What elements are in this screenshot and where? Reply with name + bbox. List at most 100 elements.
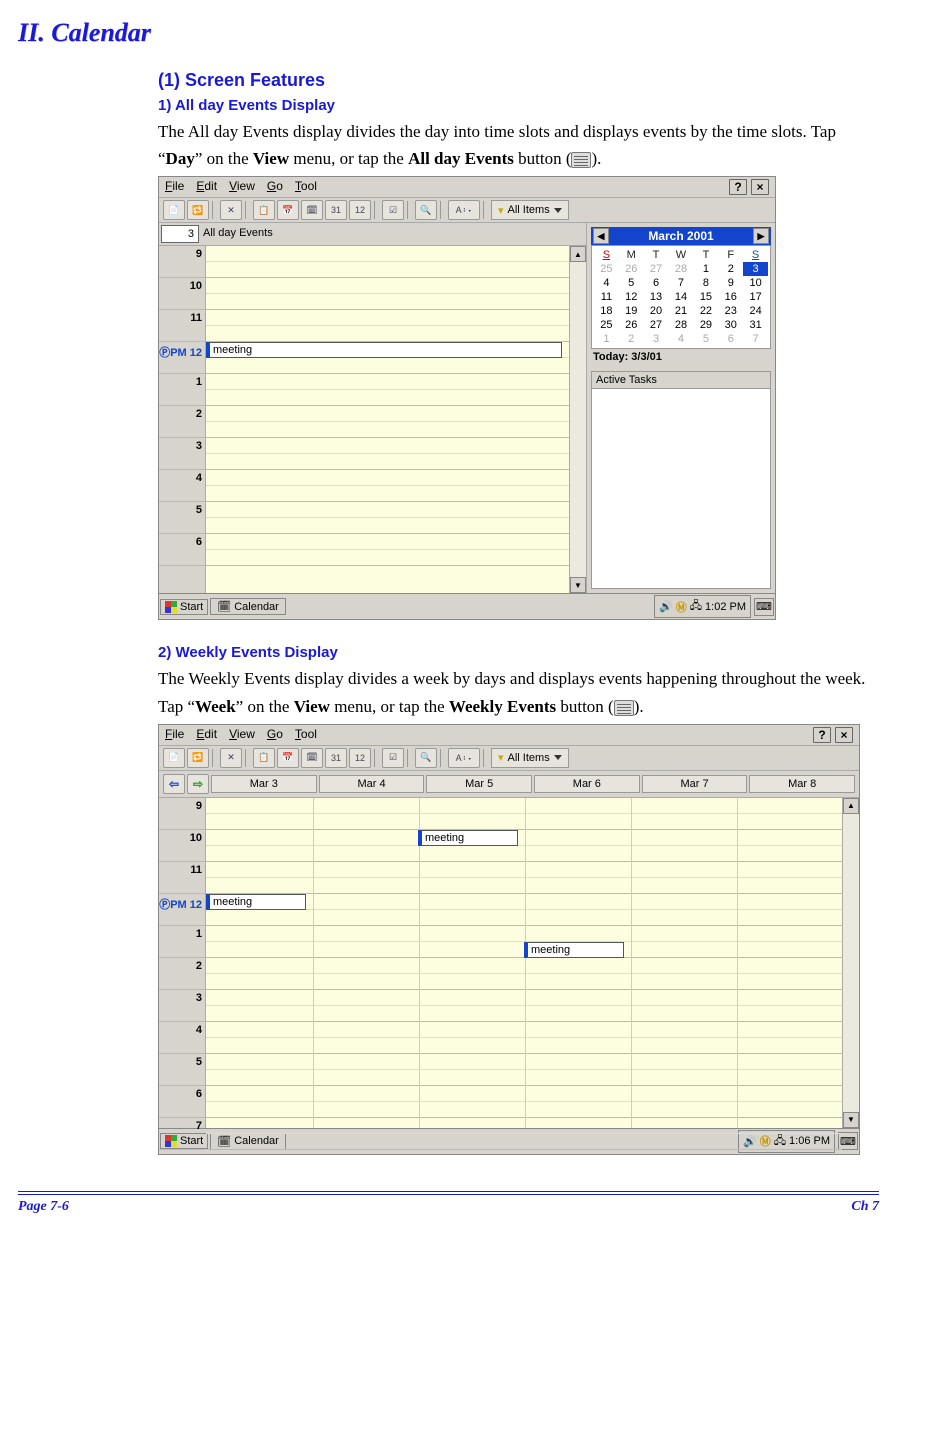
- new-event-button[interactable]: 📄: [163, 200, 185, 220]
- scroll-down-button[interactable]: ▼: [843, 1112, 859, 1128]
- tray-icon[interactable]: 🔊: [659, 600, 673, 613]
- start-button[interactable]: Start: [160, 1133, 208, 1149]
- date-box[interactable]: 3: [161, 225, 199, 243]
- calendar-day[interactable]: 13: [644, 290, 669, 304]
- taskbar-app[interactable]: 🗓Calendar: [210, 598, 286, 615]
- prev-month-button[interactable]: ◀: [593, 228, 609, 244]
- calendar-day[interactable]: 26: [619, 318, 644, 332]
- font-size-button[interactable]: A᛬▾: [448, 200, 480, 220]
- calendar-day[interactable]: 24: [743, 304, 768, 318]
- calendar-day[interactable]: 26: [619, 262, 644, 276]
- week-view-button[interactable]: 🗓: [301, 200, 323, 220]
- calendar-day[interactable]: 1: [594, 332, 619, 346]
- day-header[interactable]: Mar 5: [426, 775, 532, 793]
- menu-file[interactable]: File: [165, 727, 184, 743]
- calendar-day[interactable]: 17: [743, 290, 768, 304]
- scroll-up-button[interactable]: ▲: [843, 798, 859, 814]
- new-recurring-button[interactable]: 🔁: [187, 748, 209, 768]
- filter-dropdown[interactable]: ▾All Items: [491, 748, 569, 768]
- next-week-button[interactable]: ⇨: [187, 774, 209, 794]
- menu-edit[interactable]: Edit: [196, 179, 217, 195]
- keyboard-button[interactable]: ⌨: [754, 598, 774, 616]
- calendar-day[interactable]: 27: [644, 318, 669, 332]
- calendar-day[interactable]: 19: [619, 304, 644, 318]
- today-label[interactable]: Today: 3/3/01: [587, 349, 775, 365]
- new-event-button[interactable]: 📄: [163, 748, 185, 768]
- month31-view-button[interactable]: 31: [325, 748, 347, 768]
- menu-view[interactable]: View: [229, 179, 255, 195]
- scroll-up-button[interactable]: ▲: [570, 246, 586, 262]
- calendar-day[interactable]: 1: [694, 262, 719, 276]
- help-button[interactable]: ?: [729, 179, 747, 195]
- event-block[interactable]: meeting: [524, 942, 624, 958]
- calendar-day[interactable]: 10: [743, 276, 768, 290]
- day-header[interactable]: Mar 8: [749, 775, 855, 793]
- calendar-day[interactable]: 21: [668, 304, 693, 318]
- calendar-day[interactable]: 22: [694, 304, 719, 318]
- calendar-day[interactable]: 29: [694, 318, 719, 332]
- scroll-down-button[interactable]: ▼: [570, 577, 586, 593]
- calendar-day[interactable]: 5: [694, 332, 719, 346]
- day-header[interactable]: Mar 6: [534, 775, 640, 793]
- calendar-day[interactable]: 6: [718, 332, 743, 346]
- help-button[interactable]: ?: [813, 727, 831, 743]
- month12-view-button[interactable]: 12: [349, 748, 371, 768]
- next-month-button[interactable]: ▶: [753, 228, 769, 244]
- month31-view-button[interactable]: 31: [325, 200, 347, 220]
- calendar-day[interactable]: 2: [718, 262, 743, 276]
- scrollbar[interactable]: ▲ ▼: [842, 798, 859, 1128]
- day-header[interactable]: Mar 3: [211, 775, 317, 793]
- calendar-day[interactable]: 2: [619, 332, 644, 346]
- calendar-day[interactable]: 31: [743, 318, 768, 332]
- calendar-day[interactable]: 25: [594, 318, 619, 332]
- calendar-day[interactable]: 8: [694, 276, 719, 290]
- week-grid[interactable]: meeting meeting meeting: [206, 798, 842, 1128]
- calendar-day[interactable]: 9: [718, 276, 743, 290]
- day-header[interactable]: Mar 7: [642, 775, 748, 793]
- menu-file[interactable]: FFileile: [165, 179, 184, 195]
- calendar-day[interactable]: 18: [594, 304, 619, 318]
- delete-button[interactable]: ✕: [220, 748, 242, 768]
- menu-edit[interactable]: Edit: [196, 727, 217, 743]
- event-block[interactable]: meeting: [206, 894, 306, 910]
- calendar-day[interactable]: 12: [619, 290, 644, 304]
- system-tray[interactable]: 🔊 Ⓜ 🖧 1:02 PM: [654, 595, 751, 618]
- calendar-day[interactable]: 5: [619, 276, 644, 290]
- close-button[interactable]: ×: [751, 179, 769, 195]
- calendar-day[interactable]: 4: [668, 332, 693, 346]
- calendar-day[interactable]: 28: [668, 262, 693, 276]
- font-size-button[interactable]: A᛬▾: [448, 748, 480, 768]
- menu-go[interactable]: Go: [267, 727, 283, 743]
- allday-view-button[interactable]: 📋: [253, 200, 275, 220]
- tray-icon[interactable]: 🖧: [690, 597, 702, 616]
- menu-tool[interactable]: Tool: [295, 179, 317, 195]
- event-block[interactable]: meeting: [206, 342, 562, 358]
- calendar-day[interactable]: 27: [644, 262, 669, 276]
- calendar-day[interactable]: 30: [718, 318, 743, 332]
- calendar-day[interactable]: 14: [668, 290, 693, 304]
- calendar-day[interactable]: 3: [644, 332, 669, 346]
- close-button[interactable]: ×: [835, 727, 853, 743]
- find-button[interactable]: 🔍: [415, 200, 437, 220]
- calendar-day[interactable]: 16: [718, 290, 743, 304]
- check-button[interactable]: ☑: [382, 748, 404, 768]
- prev-week-button[interactable]: ⇦: [163, 774, 185, 794]
- event-block[interactable]: meeting: [418, 830, 518, 846]
- calendar-day[interactable]: 23: [718, 304, 743, 318]
- calendar-day[interactable]: 20: [644, 304, 669, 318]
- calendar-day[interactable]: 7: [743, 332, 768, 346]
- menu-go[interactable]: Go: [267, 179, 283, 195]
- calendar-day[interactable]: 25: [594, 262, 619, 276]
- delete-button[interactable]: ✕: [220, 200, 242, 220]
- tray-icon[interactable]: Ⓜ: [676, 599, 687, 615]
- check-button[interactable]: ☑: [382, 200, 404, 220]
- day-grid[interactable]: meeting: [206, 246, 569, 593]
- calendar-day[interactable]: 28: [668, 318, 693, 332]
- calendar-day[interactable]: 7: [668, 276, 693, 290]
- day-view-button[interactable]: 📅: [277, 200, 299, 220]
- find-button[interactable]: 🔍: [415, 748, 437, 768]
- calendar-day[interactable]: 3: [743, 262, 768, 276]
- day-header[interactable]: Mar 4: [319, 775, 425, 793]
- week-view-button[interactable]: 🗓: [301, 748, 323, 768]
- new-recurring-button[interactable]: 🔁: [187, 200, 209, 220]
